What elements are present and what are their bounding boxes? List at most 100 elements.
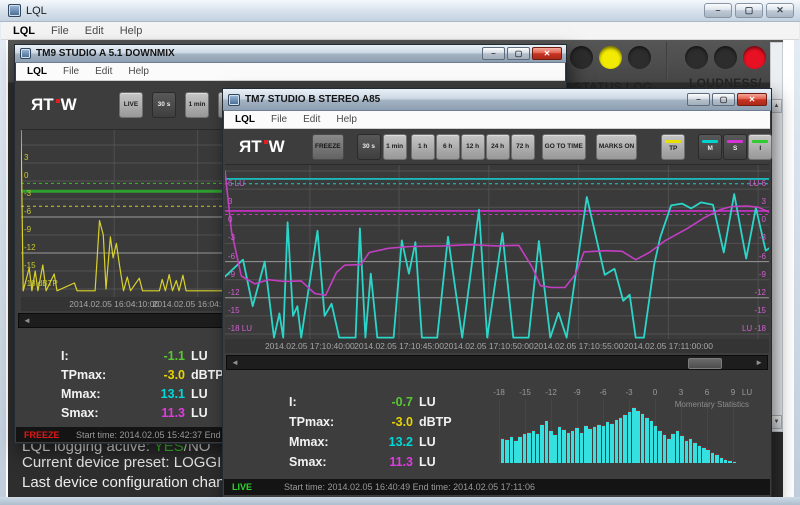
maximize-icon[interactable]: ▢ bbox=[735, 3, 763, 18]
toolbar-button-1-min[interactable]: 1 min bbox=[383, 134, 407, 160]
histogram-bar bbox=[558, 426, 561, 463]
stat-unit: LU bbox=[191, 406, 208, 420]
stat-unit: dBTP bbox=[191, 368, 224, 382]
x-axis-tick-label: 2014.02.05 17:11:00:00 bbox=[624, 341, 713, 351]
histogram-bar bbox=[571, 430, 574, 463]
toolbar-button-s[interactable]: S bbox=[723, 134, 747, 160]
menu-item-lql[interactable]: LQL bbox=[19, 66, 55, 77]
menu-item-file[interactable]: File bbox=[263, 114, 295, 125]
button-label: 6 h bbox=[443, 143, 452, 151]
stat-row-tpmax: TPmax:-3.0dBTP bbox=[289, 415, 452, 435]
histogram-bar bbox=[584, 425, 587, 463]
button-label: 1 min bbox=[189, 101, 206, 109]
histogram-axis-label: -12 bbox=[545, 388, 557, 397]
toolbar-button-live[interactable]: LIVE bbox=[119, 92, 143, 118]
button-label: GO TO TIME bbox=[545, 143, 583, 151]
close-icon[interactable]: ✕ bbox=[532, 47, 562, 60]
menu-item-help[interactable]: Help bbox=[120, 66, 157, 77]
minimize-icon[interactable]: – bbox=[704, 3, 732, 18]
maximize-icon[interactable]: ▢ bbox=[507, 47, 530, 60]
minimize-icon[interactable]: – bbox=[482, 47, 505, 60]
menu-item-file[interactable]: File bbox=[43, 25, 77, 37]
scroll-left-icon[interactable]: ◄ bbox=[23, 315, 31, 326]
histogram-bar bbox=[658, 430, 661, 463]
menu-item-edit[interactable]: Edit bbox=[295, 114, 328, 125]
histogram-axis-label: -9 bbox=[573, 388, 580, 397]
stat-unit: LU bbox=[191, 387, 208, 401]
tm7-chart-scrollbar[interactable]: ◄ ► bbox=[226, 355, 768, 370]
toolbar-button-tp[interactable]: TP bbox=[661, 134, 685, 160]
tm9-window-controls: – ▢ ✕ bbox=[482, 47, 562, 60]
histogram-bar bbox=[676, 430, 679, 463]
histogram-bar bbox=[671, 433, 674, 463]
toolbar-button-go-to-time[interactable]: GO TO TIME bbox=[542, 134, 586, 160]
minimize-icon[interactable]: – bbox=[687, 93, 710, 106]
stat-label: I: bbox=[289, 395, 361, 409]
menu-item-lql[interactable]: LQL bbox=[227, 114, 263, 125]
main-titlebar[interactable]: LQL – ▢ ✕ bbox=[0, 0, 800, 22]
button-label: 30 s bbox=[362, 143, 375, 151]
mdi-area: STATUS LOG LOUDNESS/ LQL logging active:… bbox=[6, 40, 794, 497]
menu-item-help[interactable]: Help bbox=[328, 114, 365, 125]
histogram-bar bbox=[693, 442, 696, 463]
histogram-bar bbox=[702, 447, 705, 463]
toolbar-button-marks-on[interactable]: MARKS ON bbox=[596, 134, 637, 160]
stat-value: 11.3 bbox=[133, 406, 185, 420]
histogram-axis-label: 6 bbox=[705, 388, 709, 397]
toolbar-button-6-h[interactable]: 6 h bbox=[436, 134, 460, 160]
scrollbar-thumb[interactable] bbox=[688, 358, 722, 369]
stat-label: TPmax: bbox=[61, 368, 133, 382]
stat-row-mmax: Mmax:13.2LU bbox=[289, 435, 452, 455]
close-icon[interactable]: ✕ bbox=[737, 93, 767, 106]
scroll-up-icon[interactable]: ▲ bbox=[771, 99, 782, 113]
momentary-statistics-histogram: -18-15-12-9-6-30369LUMomentary Statistic… bbox=[493, 387, 763, 466]
toolbar-button-30-s[interactable]: 30 s bbox=[357, 134, 381, 160]
menu-item-lql[interactable]: LQL bbox=[5, 25, 43, 37]
main-menubar: LQLFileEditHelp bbox=[1, 22, 799, 40]
tm7-titlebar[interactable]: TM7 STUDIO B STEREO A85 – ▢ ✕ bbox=[223, 89, 771, 111]
histogram-bar bbox=[588, 428, 591, 463]
tm9-titlebar[interactable]: TM9 STUDIO A 5.1 DOWNMIX – ▢ ✕ bbox=[15, 45, 566, 63]
toolbar-button-freeze[interactable]: FREEZE bbox=[312, 134, 344, 160]
toolbar-button-1-min[interactable]: 1 min bbox=[185, 92, 209, 118]
histogram-axis-label: -18 bbox=[493, 388, 505, 397]
maximize-icon[interactable]: ▢ bbox=[712, 93, 735, 106]
button-label: M bbox=[708, 145, 713, 153]
histogram-axis-unit: LU bbox=[742, 388, 752, 397]
histogram-bar bbox=[650, 420, 653, 463]
scroll-down-icon[interactable]: ▼ bbox=[771, 415, 782, 429]
x-axis-tick-label: 2014.02.05 17:10:50:00 bbox=[444, 341, 534, 351]
histogram-bar bbox=[680, 435, 683, 463]
menu-item-help[interactable]: Help bbox=[112, 25, 151, 37]
stat-row-i: I:-1.1LU bbox=[61, 349, 224, 368]
stat-row-i: I:-0.7LU bbox=[289, 395, 452, 415]
scroll-left-icon[interactable]: ◄ bbox=[231, 357, 239, 368]
toolbar-button-30-s[interactable]: 30 s bbox=[152, 92, 176, 118]
close-icon[interactable]: ✕ bbox=[766, 3, 794, 18]
toolbar-button-m[interactable]: M bbox=[698, 134, 722, 160]
toolbar-button-12-h[interactable]: 12 h bbox=[461, 134, 485, 160]
stat-unit: LU bbox=[419, 435, 436, 449]
histogram-bar bbox=[514, 440, 517, 463]
histogram-bar bbox=[720, 457, 723, 463]
toolbar-button-i[interactable]: I bbox=[748, 134, 772, 160]
histogram-bar bbox=[654, 425, 657, 463]
histogram-bar bbox=[728, 460, 731, 463]
tm7-mode-badge: LIVE bbox=[232, 482, 284, 492]
scroll-right-icon[interactable]: ► bbox=[755, 357, 763, 368]
toolbar-button-72-h[interactable]: 72 h bbox=[511, 134, 535, 160]
stat-unit: LU bbox=[191, 349, 208, 363]
button-label: 1 min bbox=[386, 143, 403, 151]
histogram-bar bbox=[545, 420, 548, 463]
button-label: 1 h bbox=[418, 143, 427, 151]
menu-item-edit[interactable]: Edit bbox=[77, 25, 112, 37]
menu-item-file[interactable]: File bbox=[55, 66, 87, 77]
histogram-bar bbox=[580, 432, 583, 463]
histogram-bar bbox=[619, 417, 622, 463]
tm7-statistics: I:-0.7LUTPmax:-3.0dBTPMmax:13.2LUSmax:11… bbox=[289, 395, 452, 475]
toolbar-button-24-h[interactable]: 24 h bbox=[486, 134, 510, 160]
menu-item-edit[interactable]: Edit bbox=[87, 66, 120, 77]
histogram-bar bbox=[602, 425, 605, 463]
button-label: I bbox=[759, 145, 761, 153]
toolbar-button-1-h[interactable]: 1 h bbox=[411, 134, 435, 160]
